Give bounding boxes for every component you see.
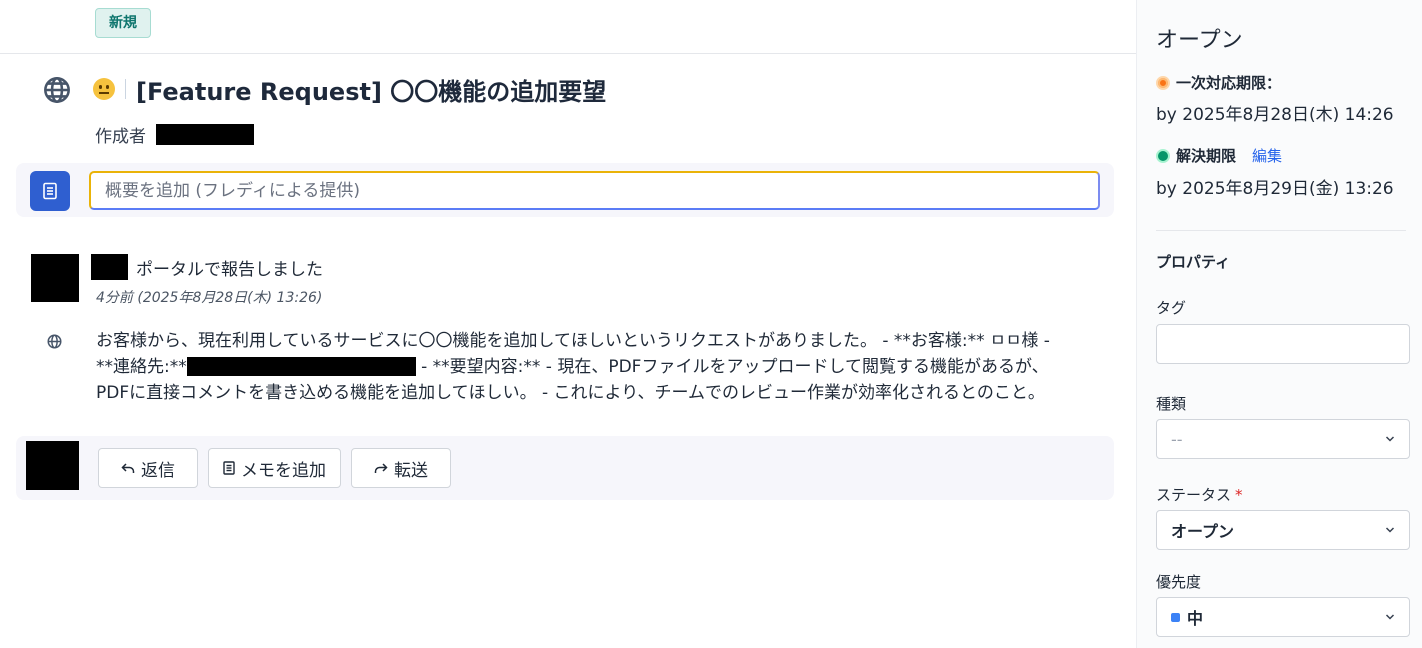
forward-button[interactable]: 転送: [351, 448, 451, 488]
sla-warning-dot-icon: [1156, 75, 1170, 90]
reply-bar: 返信 メモを追加 転送: [16, 436, 1114, 500]
first-response-label: 一次対応期限：: [1176, 74, 1282, 92]
globe-icon: [44, 77, 70, 103]
message-body: お客様から、現在利用しているサービスに〇〇機能を追加してほしいというリクエストが…: [96, 328, 1086, 406]
message-header: ポータルで報告しました: [91, 254, 323, 280]
message-line: PDFに直接コメントを書き込める機能を追加してほしい。 - これにより、チームで…: [96, 383, 1045, 403]
properties-title: プロパティ: [1156, 253, 1231, 271]
sidebar-divider: [1156, 230, 1406, 231]
main-panel: 新規 [Feature Request] 〇〇機能の追加要望 作成者 ポータルで…: [0, 0, 1136, 648]
reply-icon: [121, 463, 135, 473]
properties-sidebar: オープン 一次対応期限： by 2025年8月28日(木) 14:26 解決期限…: [1136, 0, 1422, 648]
priority-label: 優先度: [1156, 573, 1202, 591]
required-mark: *: [1235, 486, 1243, 504]
globe-icon: [47, 334, 62, 349]
priority-color-icon: [1171, 612, 1180, 622]
status-select[interactable]: オープン: [1156, 510, 1410, 550]
first-response-value: by 2025年8月28日(木) 14:26: [1156, 105, 1394, 125]
status-value: オープン: [1171, 522, 1235, 541]
first-response-sla: 一次対応期限：: [1156, 72, 1281, 93]
contact-redacted: [186, 357, 416, 376]
summary-section: [16, 163, 1114, 217]
chevron-down-icon: [1385, 527, 1395, 533]
tag-input[interactable]: [1156, 324, 1410, 364]
status-badge-new: 新規: [95, 8, 151, 38]
neutral-face-icon: [93, 78, 115, 100]
creator-row: 作成者: [95, 122, 254, 147]
requester-avatar-redacted: [31, 254, 79, 302]
message-timestamp: 4分前 (2025年8月28日(木) 13:26): [96, 290, 323, 306]
resolution-label: 解決期限: [1176, 147, 1237, 165]
forward-icon: [374, 463, 388, 473]
ticket-title: [Feature Request] 〇〇機能の追加要望: [136, 77, 607, 106]
priority-select[interactable]: 中: [1156, 597, 1410, 637]
tag-label: タグ: [1156, 299, 1187, 317]
status-label: ステータス: [1156, 486, 1232, 504]
sla-ok-dot-icon: [1156, 148, 1170, 163]
chevron-down-icon: [1385, 436, 1395, 442]
summary-input[interactable]: [89, 171, 1100, 210]
requester-name-redacted: [91, 254, 128, 280]
type-label: 種類: [1156, 395, 1187, 413]
reply-button[interactable]: 返信: [98, 448, 198, 488]
document-icon: [43, 182, 57, 200]
ticket-topbar: 新規: [0, 0, 1136, 54]
type-value: --: [1171, 429, 1183, 449]
ticket-title-row: [Feature Request] 〇〇機能の追加要望: [93, 72, 606, 106]
priority-value: 中: [1187, 609, 1204, 628]
add-note-label: メモを追加: [241, 460, 326, 481]
message-line: **連絡先:** - **要望内容:** - 現在、PDFファイルをアップロード…: [96, 354, 1086, 380]
reply-label: 返信: [141, 460, 175, 481]
type-select[interactable]: --: [1156, 419, 1410, 459]
message-line: お客様から、現在利用しているサービスに〇〇機能を追加してほしいというリクエストが…: [96, 331, 1050, 351]
edit-resolution-link[interactable]: 編集: [1252, 145, 1282, 166]
creator-label: 作成者: [95, 126, 146, 147]
contact-label: **連絡先:**: [96, 357, 187, 377]
agent-avatar-redacted: [26, 441, 79, 490]
message-line-continued: - **要望内容:** - 現在、PDFファイルをアップロードして閲覧する機能が…: [415, 357, 1049, 377]
resolution-value: by 2025年8月29日(金) 13:26: [1156, 179, 1394, 199]
creator-name-redacted: [156, 123, 254, 145]
note-icon: [223, 461, 235, 475]
status-label-row: ステータス *: [1156, 484, 1243, 505]
resolution-sla: 解決期限 編集: [1156, 145, 1282, 166]
message-action-text: ポータルで報告しました: [136, 259, 323, 280]
add-note-button[interactable]: メモを追加: [208, 448, 341, 488]
sidebar-status-title: オープン: [1156, 28, 1243, 53]
forward-label: 転送: [394, 460, 428, 481]
chevron-down-icon: [1385, 614, 1395, 620]
title-divider: [125, 79, 126, 99]
summary-button[interactable]: [30, 171, 70, 211]
